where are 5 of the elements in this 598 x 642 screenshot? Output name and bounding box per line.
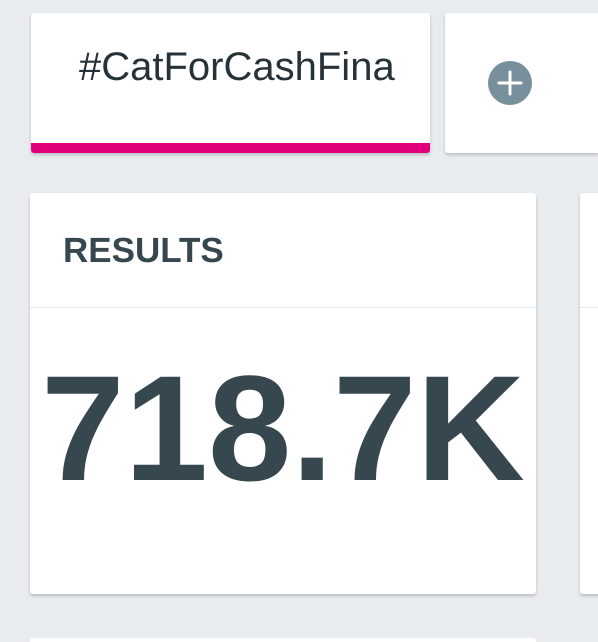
results-value: 718.7K <box>41 346 525 511</box>
card-title: RESULTS <box>63 231 224 270</box>
add-icon <box>488 61 532 105</box>
add-tab[interactable] <box>445 13 598 153</box>
tab[interactable]: #CatForCashFina <box>31 13 430 153</box>
